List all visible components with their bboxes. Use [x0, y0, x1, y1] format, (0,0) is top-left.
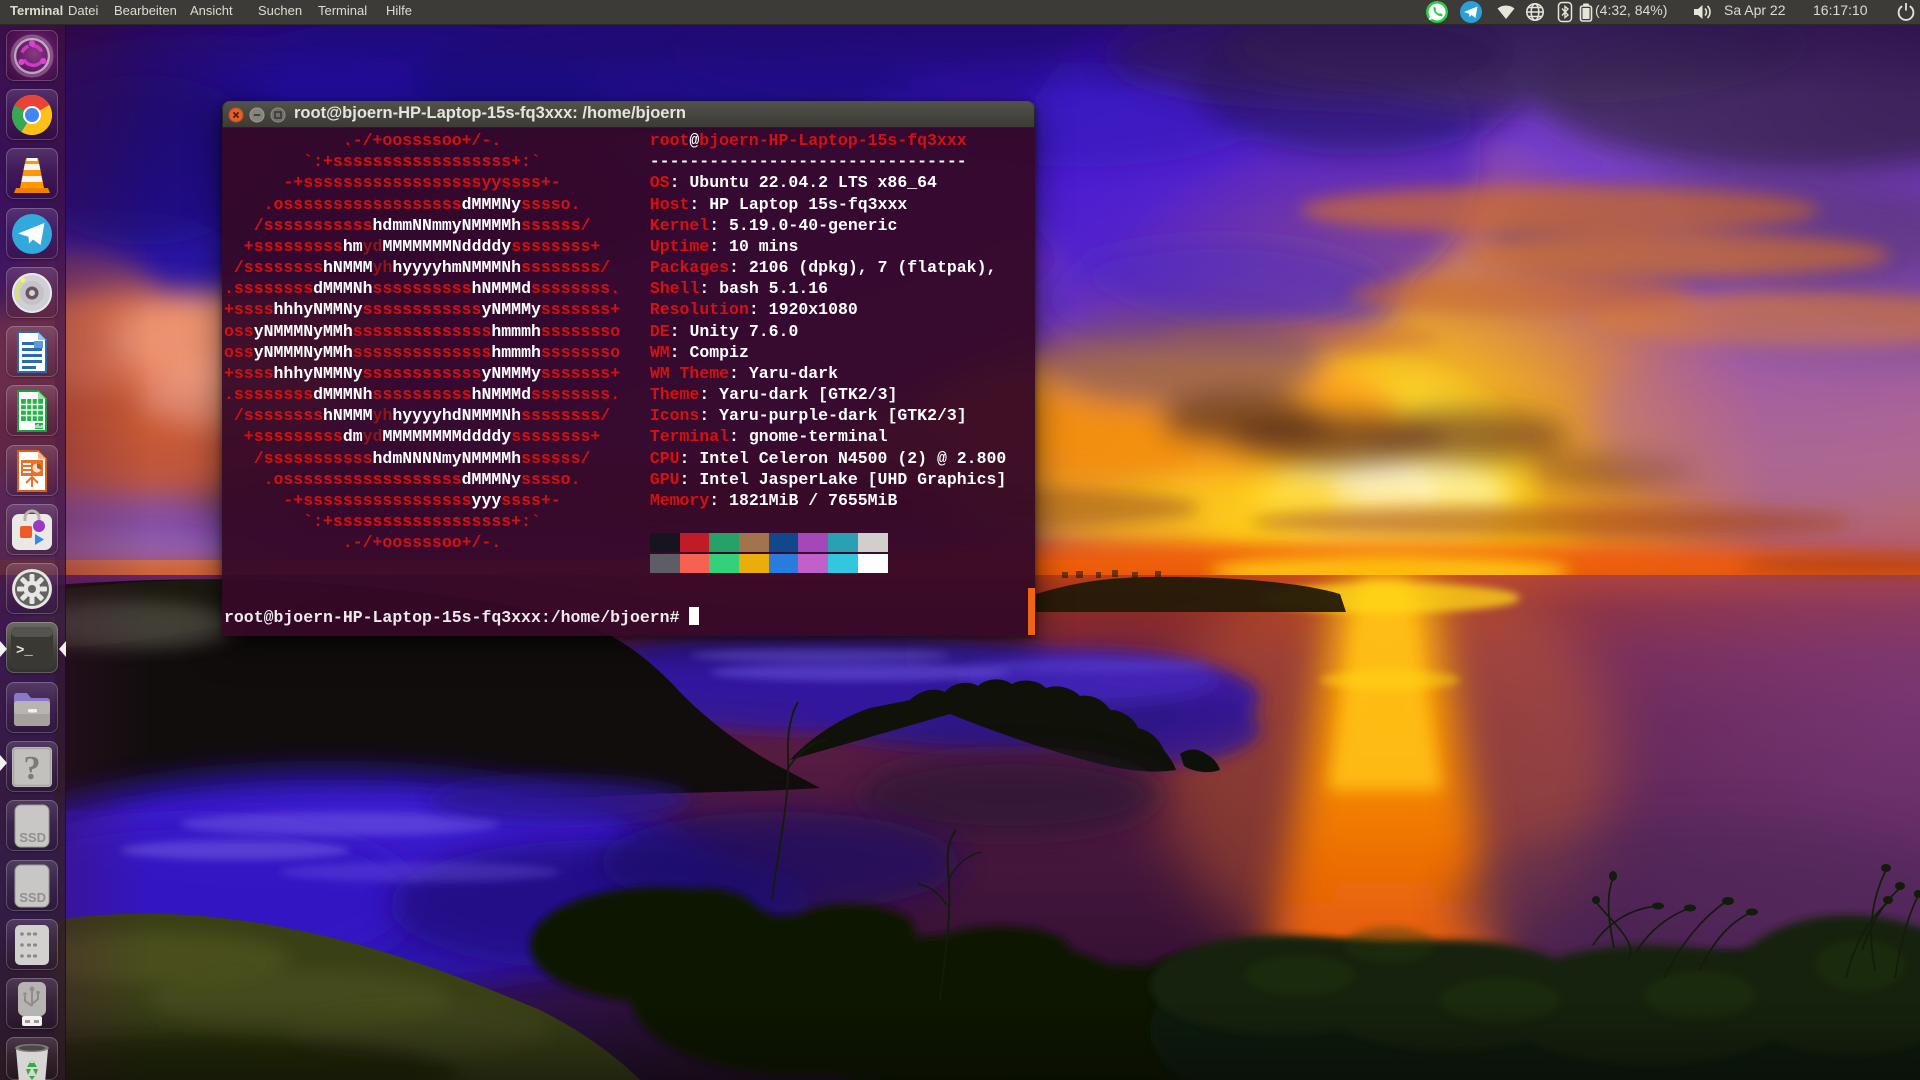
- svg-text:?: ?: [24, 750, 41, 787]
- svg-text:>_: >_: [16, 643, 33, 659]
- svg-text:SSD: SSD: [19, 890, 46, 905]
- svg-text:SSD: SSD: [19, 830, 46, 845]
